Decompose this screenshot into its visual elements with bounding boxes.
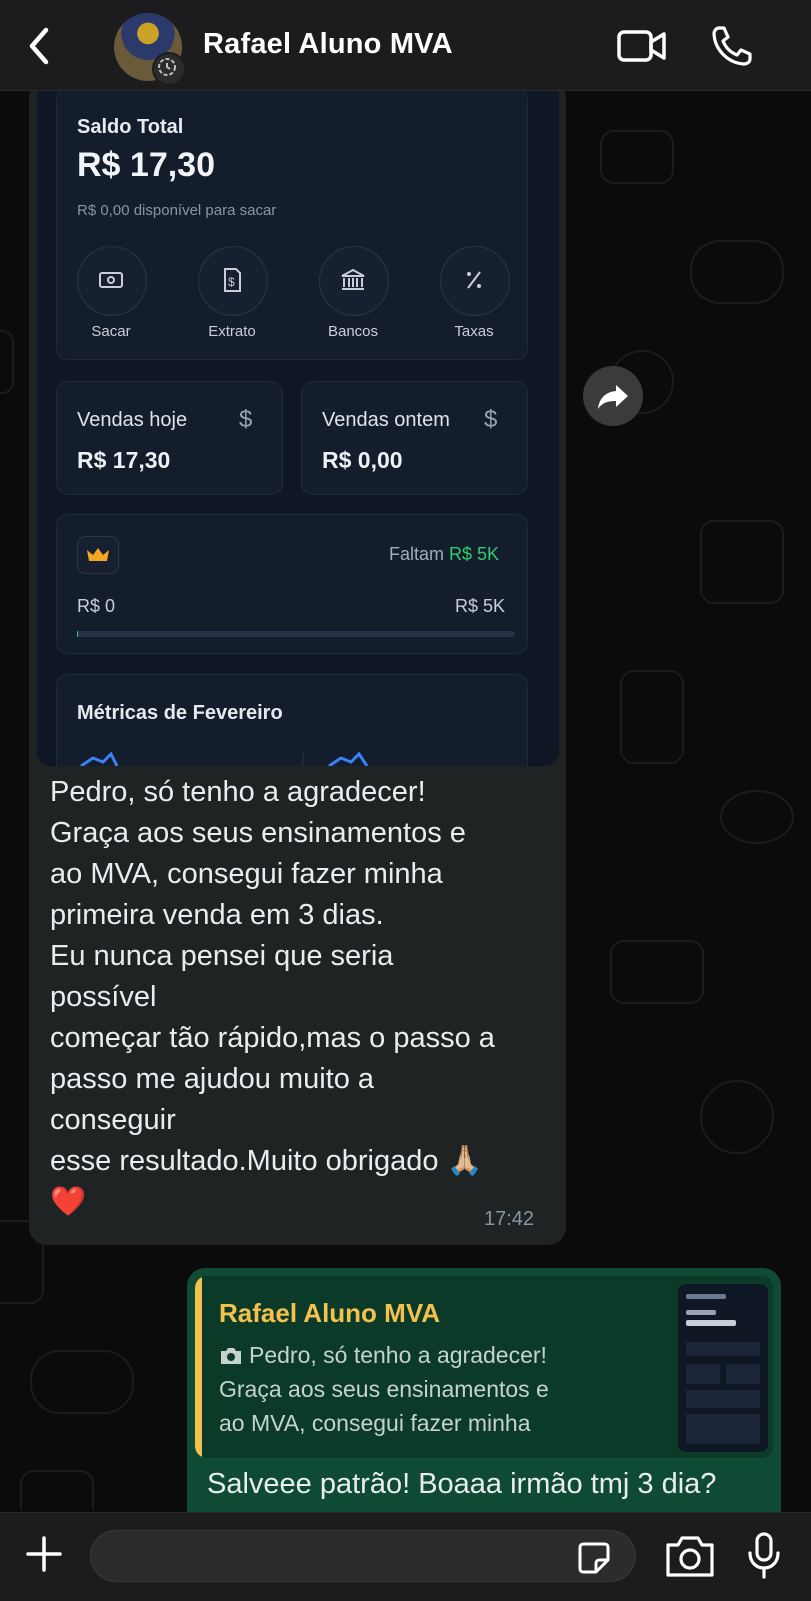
quote-text: Pedro, só tenho a agradecer! Graça aos s… xyxy=(219,1338,599,1440)
quote-line: ao MVA, consegui fazer minha xyxy=(219,1410,531,1436)
goal-progress-fill xyxy=(77,631,79,637)
status-ring-icon xyxy=(152,52,186,86)
fees-action xyxy=(440,246,510,316)
contact-name[interactable]: Rafael Aluno MVA xyxy=(203,28,453,61)
message-timestamp: 17:42 xyxy=(484,1208,535,1230)
bank-icon xyxy=(341,268,365,290)
withdraw-action xyxy=(77,246,147,316)
quoted-image-thumbnail xyxy=(678,1284,768,1452)
attached-screenshot-image[interactable]: Saldo Total R$ 17,30 R$ 0,00 disponível … xyxy=(37,90,559,766)
message-line: passo me ajudou muito a xyxy=(50,1063,375,1095)
message-line: primeira venda em 3 dias. xyxy=(50,899,384,931)
quote-line: Pedro, só tenho a agradecer! xyxy=(219,1338,599,1372)
camera-icon[interactable] xyxy=(664,1533,716,1579)
metrics-sparkline xyxy=(80,751,369,766)
message-line: possível xyxy=(50,981,157,1013)
message-input-bar xyxy=(0,1512,811,1601)
phone-icon[interactable] xyxy=(710,24,754,68)
statement-label: Extrato xyxy=(208,323,256,340)
heart-emoji: ❤️ xyxy=(50,1186,87,1218)
cash-icon xyxy=(99,272,123,288)
withdraw-label: Sacar xyxy=(91,323,131,340)
dollar-icon: $ xyxy=(239,406,253,433)
message-line: esse resultado.Muito obrigado 🙏🏼 xyxy=(50,1145,483,1177)
percent-icon xyxy=(467,271,481,289)
dollar-icon: $ xyxy=(484,406,498,433)
incoming-message-text: Pedro, só tenho a agradecer! Graça aos s… xyxy=(50,772,550,1223)
statement-action: $ xyxy=(198,246,268,316)
forward-icon xyxy=(598,385,628,409)
goal-start: R$ 0 xyxy=(77,596,116,616)
sales-yesterday-card xyxy=(301,381,528,495)
message-line: conseguir xyxy=(50,1104,176,1136)
message-line: Graça aos seus ensinamentos e xyxy=(50,817,466,849)
back-icon[interactable] xyxy=(20,24,60,68)
message-line: Eu nunca pensei que seria xyxy=(50,940,394,972)
camera-icon xyxy=(221,1348,241,1364)
banks-action xyxy=(319,246,389,316)
sales-yesterday-label: Vendas ontem xyxy=(322,409,450,431)
svg-text:$: $ xyxy=(228,275,235,289)
goal-prefix: Faltam xyxy=(389,544,445,564)
balance-available: R$ 0,00 disponível para sacar xyxy=(77,202,277,219)
forward-button[interactable] xyxy=(583,366,643,426)
sales-today-value: R$ 17,30 xyxy=(77,447,171,473)
sales-today-card xyxy=(56,381,283,495)
goal-amount: R$ 5K xyxy=(449,544,500,564)
metrics-title: Métricas de Fevereiro xyxy=(77,702,283,724)
crown-icon xyxy=(77,536,119,574)
quote-line-text: Pedro, só tenho a agradecer! xyxy=(249,1342,547,1368)
outgoing-message-text: Salveee patrão! Boaaa irmão tmj 3 dia? xyxy=(207,1468,717,1500)
balance-title: Saldo Total xyxy=(77,116,184,138)
quote-line: Graça aos seus ensinamentos e xyxy=(219,1376,549,1402)
fees-label: Taxas xyxy=(454,323,494,340)
banks-label: Bancos xyxy=(327,323,379,340)
balance-value: R$ 17,30 xyxy=(77,146,215,184)
goal-end: R$ 5K xyxy=(455,596,506,616)
message-line: começar tão rápido,mas o passo a xyxy=(50,1022,495,1054)
goal-remaining: Faltam R$ 5K xyxy=(389,544,499,565)
sales-yesterday-value: R$ 0,00 xyxy=(322,447,403,473)
receipt-icon: $ xyxy=(224,268,241,292)
message-input[interactable] xyxy=(90,1530,636,1582)
plus-icon[interactable] xyxy=(24,1534,64,1574)
quote-author: Rafael Aluno MVA xyxy=(219,1298,441,1328)
goal-progress-bar xyxy=(77,631,515,637)
message-line: Pedro, só tenho a agradecer! xyxy=(50,776,426,808)
microphone-icon[interactable] xyxy=(746,1531,782,1581)
video-call-icon[interactable] xyxy=(617,28,667,64)
sales-today-label: Vendas hoje xyxy=(77,409,188,431)
sticker-icon[interactable] xyxy=(576,1540,612,1576)
quote-accent-bar xyxy=(195,1276,202,1458)
message-line: ao MVA, consegui fazer minha xyxy=(50,858,443,890)
chat-header: Rafael Aluno MVA xyxy=(0,0,811,91)
quoted-message[interactable]: Rafael Aluno MVA Pedro, só tenho a agrad… xyxy=(195,1276,773,1458)
